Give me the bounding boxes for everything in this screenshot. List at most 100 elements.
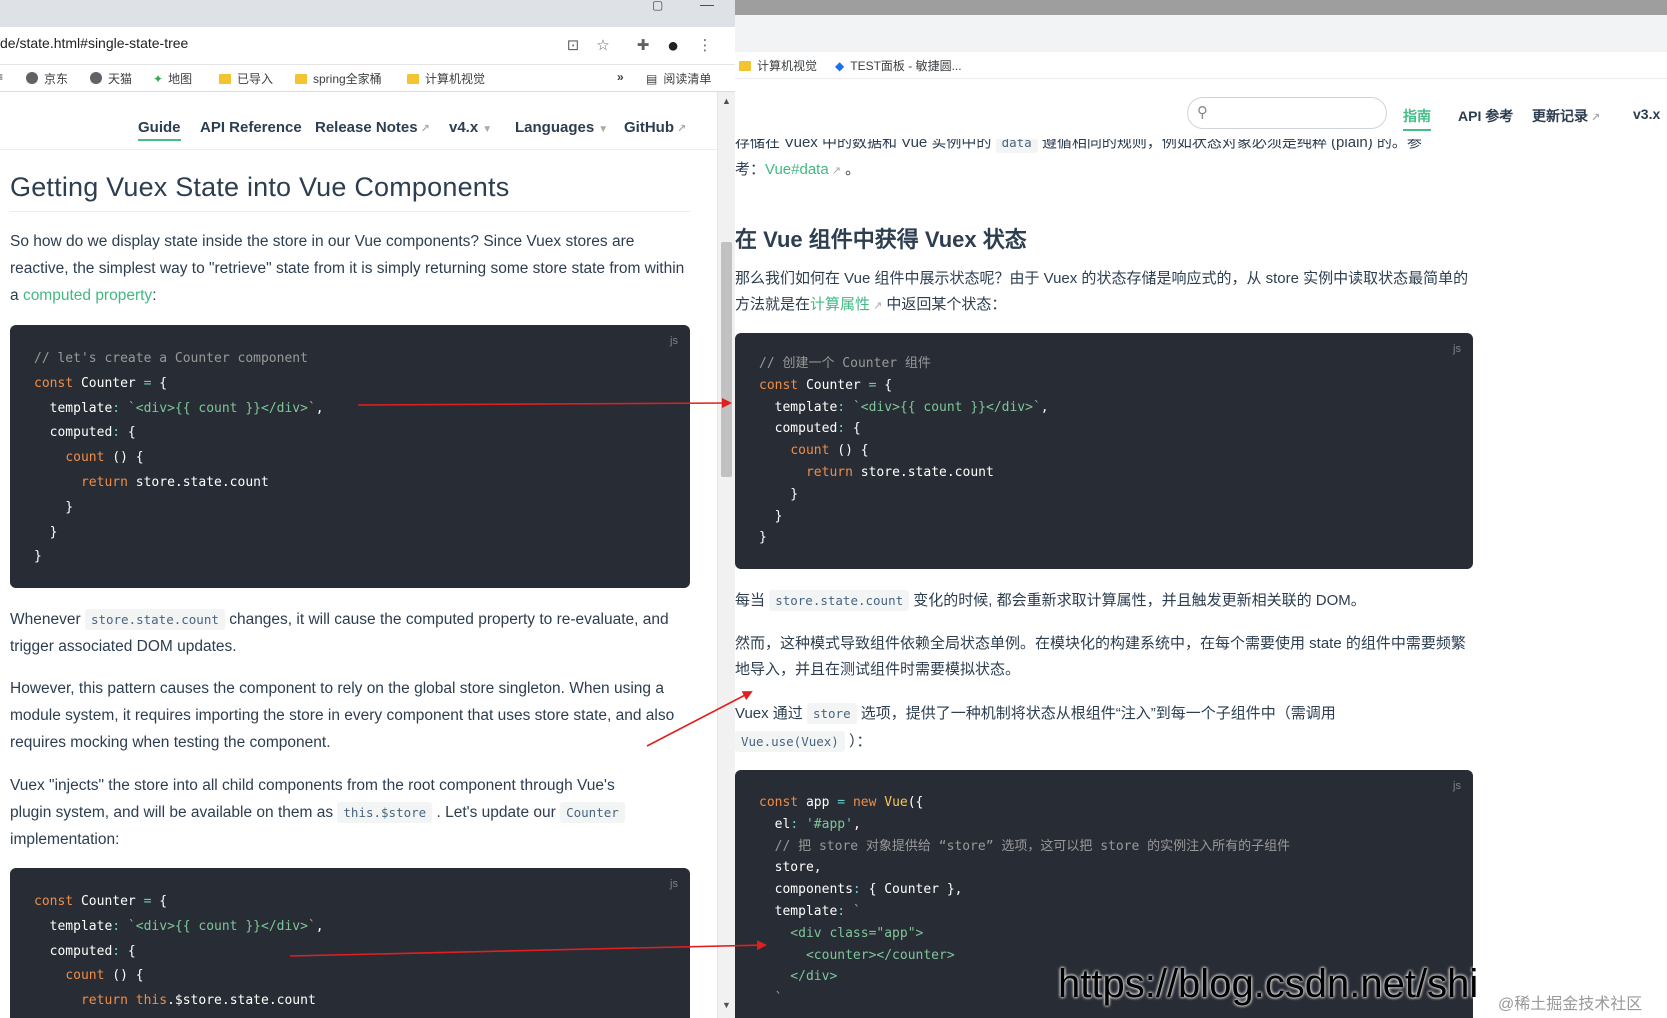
paragraph-inject: Vuex "injects" the store into all child … bbox=[10, 772, 660, 853]
code-lang-label: js bbox=[670, 878, 678, 890]
code-block-counter-zh: js // 创建一个 Counter 组件 const Counter = { … bbox=[735, 333, 1473, 569]
menu-kebab-icon[interactable]: ⋮ bbox=[694, 35, 716, 57]
right-bookmarks-bar: 计算机视觉 ◆ TEST面板 - 敏捷圆... bbox=[735, 52, 1667, 79]
scroll-thumb[interactable] bbox=[721, 242, 732, 477]
nav-version-zh[interactable]: v3.x bbox=[1633, 106, 1660, 122]
bookmark-imported[interactable]: 已导入 bbox=[219, 70, 273, 87]
reading-list-button[interactable]: ▤ 阅读清单 bbox=[646, 70, 711, 87]
inline-code: store.state.count bbox=[769, 590, 910, 611]
nav-languages-label: Languages bbox=[515, 119, 595, 136]
diamond-icon: ◆ bbox=[835, 59, 845, 73]
bookmark-cv[interactable]: 计算机视觉 bbox=[407, 70, 485, 87]
paragraph-text: 每当 bbox=[735, 592, 766, 609]
right-browser-window: 计算机视觉 ◆ TEST面板 - 敏捷圆... ⚲ 指南 API 参考 更新记录 ↗… bbox=[735, 0, 1667, 1018]
page-title: Getting Vuex State into Vue Components bbox=[10, 172, 690, 212]
external-link-icon: ↗ bbox=[420, 123, 430, 135]
computed-property-link-zh[interactable]: 计算属性 bbox=[810, 296, 870, 313]
translate-icon[interactable]: ⊡ bbox=[562, 35, 584, 57]
paragraph-text: : bbox=[152, 287, 157, 304]
nav-version-label: v4.x bbox=[449, 119, 479, 136]
bookmark-jd[interactable]: 京东 bbox=[26, 70, 68, 87]
right-toolbar bbox=[735, 15, 1667, 52]
folder-icon bbox=[295, 74, 307, 84]
computed-property-link[interactable]: computed property bbox=[23, 287, 152, 304]
nav-release-notes[interactable]: Release Notes ↗ bbox=[315, 119, 430, 136]
code-lang-label: js bbox=[670, 335, 678, 347]
paragraph-whenever-zh: 每当 store.state.count 变化的时候, 都会重新求取计算属性，并… bbox=[735, 588, 1475, 614]
bookmark-cv[interactable]: 计算机视觉 bbox=[739, 57, 817, 74]
vue-data-link[interactable]: Vue#data bbox=[765, 161, 829, 178]
folder-icon bbox=[219, 74, 231, 84]
section-heading-zh: 在 Vue 组件中获得 Vuex 状态 bbox=[735, 227, 1027, 252]
bookmark-label: TEST面板 - 敏捷圆... bbox=[850, 59, 962, 73]
paragraph-inject-zh: Vuex 通过 store 选项，提供了一种机制将状态从根组件“注入”到每一个子… bbox=[735, 700, 1475, 756]
code-lang-label: js bbox=[1453, 343, 1461, 355]
code-lang-label: js bbox=[1453, 780, 1461, 792]
minimize-window-icon[interactable]: — bbox=[700, 0, 714, 12]
left-address-bar[interactable]: de/state.html#single-state-tree ⊡ ☆ ✚ ● … bbox=[0, 27, 735, 65]
bookmark-label: 计算机视觉 bbox=[757, 59, 818, 73]
bookmark-partial[interactable]: ≡ bbox=[0, 70, 3, 84]
url-text[interactable]: de/state.html#single-state-tree bbox=[0, 35, 188, 51]
bookmark-maps[interactable]: ✦ 地图 bbox=[153, 70, 192, 87]
left-scrollbar[interactable]: ▲ ▼ bbox=[717, 92, 735, 1018]
bookmark-test-panel[interactable]: ◆ TEST面板 - 敏捷圆... bbox=[835, 57, 962, 74]
nav-api-zh[interactable]: API 参考 bbox=[1458, 106, 1513, 126]
reading-list-label: 阅读清单 bbox=[663, 72, 712, 86]
paragraph-text: 选项，提供了一种机制将状态从根组件“注入”到每一个子组件中（需调用 bbox=[860, 705, 1336, 722]
extensions-icon[interactable]: ✚ bbox=[632, 35, 654, 57]
restore-window-icon[interactable]: ▢ bbox=[652, 0, 663, 12]
left-browser-window: ▢ — de/state.html#single-state-tree ⊡ ☆ … bbox=[0, 0, 735, 1018]
paragraph-text: . Let's update our bbox=[432, 804, 561, 821]
paragraph-however-zh: 然而，这种模式导致组件依赖全局状态单例。在模块化的构建系统中，在每个需要使用 s… bbox=[735, 635, 1466, 678]
nav-version[interactable]: v4.x ▼ bbox=[449, 119, 492, 136]
csdn-watermark: https://blog.csdn.net/shi bbox=[1058, 962, 1479, 1006]
nav-github[interactable]: GitHub ↗ bbox=[624, 119, 686, 136]
paragraph-text: 考： bbox=[735, 161, 766, 178]
bookmark-label: 京东 bbox=[44, 72, 69, 86]
search-input[interactable]: ⚲ bbox=[1187, 97, 1387, 129]
caret-down-icon: ▼ bbox=[598, 124, 609, 135]
caret-down-icon: ▼ bbox=[482, 124, 493, 135]
paragraph-text: 中返回某个状态： bbox=[886, 296, 1007, 313]
nav-guide-zh[interactable]: 指南 bbox=[1403, 106, 1431, 131]
paragraph-partial-line2: 考：Vue#data ↗ 。 bbox=[735, 157, 1495, 184]
nav-api-reference[interactable]: API Reference bbox=[200, 119, 302, 136]
external-link-icon: ↗ bbox=[677, 123, 687, 135]
right-title-bar bbox=[735, 0, 1667, 15]
inline-code: store.state.count bbox=[84, 609, 225, 630]
nav-languages[interactable]: Languages ▼ bbox=[515, 119, 608, 136]
profile-avatar-icon[interactable]: ● bbox=[662, 35, 684, 57]
bookmarks-overflow-button[interactable]: » bbox=[617, 70, 624, 84]
nav-release-label: Release Notes bbox=[315, 119, 418, 136]
paragraph-intro-zh: 那么我们如何在 Vue 组件中展示状态呢？由于 Vuex 的状态存储是响应式的，… bbox=[735, 266, 1475, 319]
bookmark-label: spring全家桶 bbox=[313, 72, 382, 86]
nav-guide[interactable]: Guide bbox=[138, 119, 181, 141]
search-icon: ⚲ bbox=[1197, 104, 1208, 121]
bookmark-star-icon[interactable]: ☆ bbox=[592, 35, 614, 57]
bookmark-label: 地图 bbox=[168, 72, 193, 86]
nav-changelog-zh[interactable]: 更新记录 ↗ bbox=[1532, 106, 1600, 126]
external-link-icon: ↗ bbox=[1591, 112, 1601, 124]
bookmark-spring[interactable]: spring全家桶 bbox=[295, 70, 382, 87]
scroll-down-icon[interactable]: ▼ bbox=[722, 1000, 731, 1010]
scroll-up-icon[interactable]: ▲ bbox=[722, 96, 731, 106]
reading-list-icon: ▤ bbox=[646, 72, 658, 86]
paragraph-however: However, this pattern causes the compone… bbox=[10, 680, 675, 751]
left-doc-content: Getting Vuex State into Vue Components bbox=[10, 160, 695, 212]
left-title-bar: ▢ — bbox=[0, 0, 735, 27]
left-site-nav: Guide API Reference Release Notes ↗ v4.x ▼… bbox=[0, 92, 717, 150]
bookmark-label: 天猫 bbox=[108, 72, 133, 86]
external-link-icon: ↗ bbox=[831, 165, 841, 177]
paragraph-intro: So how do we display state inside the st… bbox=[10, 228, 690, 309]
code-block-counter: js // let's create a Counter component c… bbox=[10, 325, 690, 588]
right-site-nav: ⚲ 指南 API 参考 更新记录 ↗ v3.x bbox=[735, 79, 1667, 137]
globe-icon bbox=[90, 72, 102, 84]
bookmark-tmall[interactable]: 天猫 bbox=[90, 70, 132, 87]
code-block-counter-store: js const Counter = { template: `<div>{{ … bbox=[10, 868, 690, 1018]
folder-icon bbox=[407, 74, 419, 84]
folder-icon bbox=[739, 61, 751, 71]
paragraph-text: ）： bbox=[849, 733, 872, 750]
code-text: // let's create a Counter component cons… bbox=[34, 351, 324, 565]
code-text: // 创建一个 Counter 组件 const Counter = { tem… bbox=[759, 356, 1049, 546]
